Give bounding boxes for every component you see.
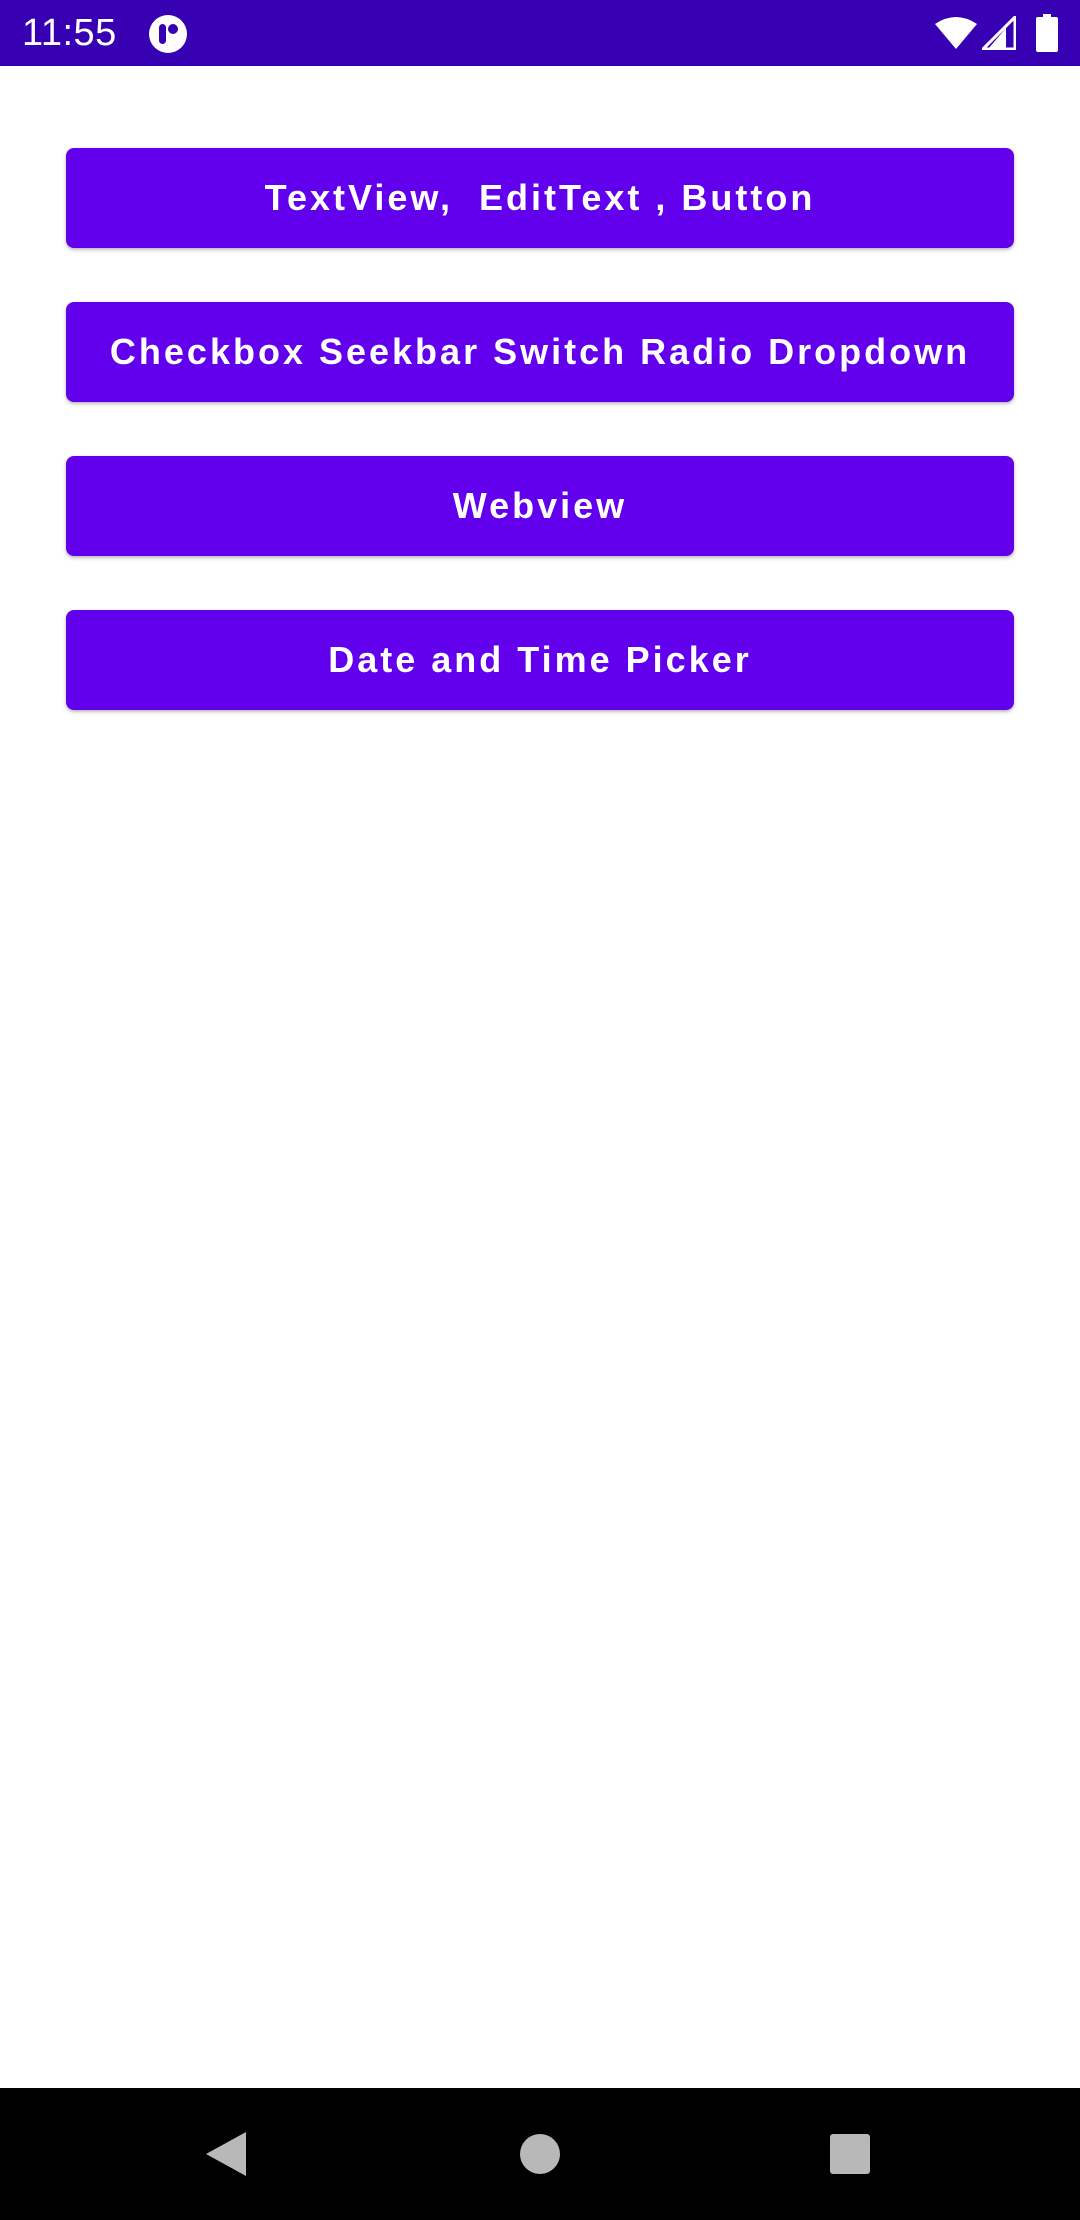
battery-icon <box>1036 14 1058 52</box>
recents-icon[interactable] <box>828 2132 872 2176</box>
home-icon[interactable] <box>518 2132 562 2176</box>
webview-button[interactable]: Webview <box>66 456 1014 556</box>
status-time: 11:55 <box>22 12 117 54</box>
checkbox-seekbar-switch-radio-dropdown-button[interactable]: Checkbox Seekbar Switch Radio Dropdown <box>66 302 1014 402</box>
wifi-icon <box>935 17 977 49</box>
status-bar: 11:55 <box>0 0 1080 66</box>
date-and-time-picker-button[interactable]: Date and Time Picker <box>66 610 1014 710</box>
app-notification-icon <box>149 15 187 53</box>
signal-icon <box>982 16 1016 50</box>
back-icon[interactable] <box>204 2130 248 2178</box>
navigation-bar <box>0 2088 1080 2220</box>
textview-edittext-button-button[interactable]: TextView, EditText , Button <box>66 148 1014 248</box>
main-content: TextView, EditText , Button Checkbox See… <box>0 66 1080 2088</box>
